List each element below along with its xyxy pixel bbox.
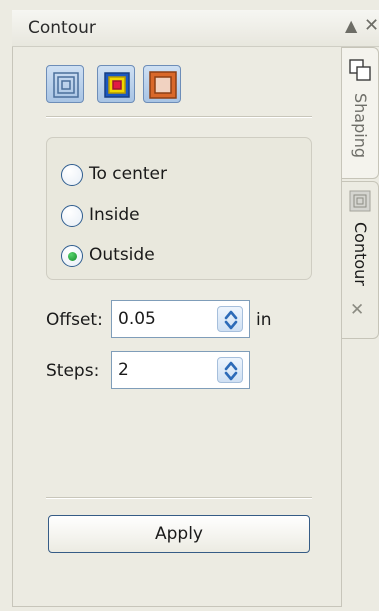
separator-top: [46, 116, 312, 118]
tab-shaping[interactable]: Shaping: [342, 47, 379, 179]
tab-contour-label: Contour: [351, 222, 370, 286]
to-center-mode-button[interactable]: [46, 65, 84, 103]
steps-label: Steps:: [46, 361, 100, 381]
radio-selected-icon: [61, 245, 83, 267]
radio-button-icon: [61, 205, 83, 227]
docker-window: Contour ▲ ✕ To center Inside Outside Off…: [0, 0, 379, 611]
contour-tab-icon: [349, 190, 371, 212]
contour-panel: To center Inside Outside Offset: 0.05 in: [12, 47, 342, 607]
shaping-icon: [349, 59, 371, 81]
radio-button-icon: [61, 164, 83, 186]
stepper-arrows-icon: [224, 361, 238, 381]
steps-stepper[interactable]: [217, 357, 243, 383]
direction-group: To center Inside Outside: [46, 137, 312, 280]
offset-label: Offset:: [46, 310, 103, 330]
radio-label: To center: [89, 164, 167, 184]
docker-titlebar: Contour ▲ ✕: [12, 10, 379, 47]
close-icon[interactable]: ✕: [364, 15, 379, 36]
radio-label: Outside: [89, 245, 155, 265]
outside-mode-icon: [149, 71, 177, 99]
steps-value: 2: [118, 360, 129, 380]
collapse-icon[interactable]: ▲: [345, 16, 357, 35]
separator-bottom: [46, 497, 312, 499]
stepper-arrows-icon: [224, 310, 238, 330]
offset-value: 0.05: [118, 309, 156, 329]
steps-field[interactable]: 2: [111, 351, 250, 389]
apply-button[interactable]: Apply: [48, 515, 310, 553]
outside-mode-button[interactable]: [143, 65, 181, 103]
to-center-mode-icon: [53, 72, 79, 98]
inside-mode-button[interactable]: [97, 65, 135, 103]
offset-field[interactable]: 0.05: [111, 300, 250, 338]
offset-stepper[interactable]: [217, 306, 243, 332]
offset-unit: in: [256, 310, 272, 330]
docker-title: Contour: [28, 18, 96, 38]
inside-mode-icon: [104, 72, 130, 98]
tab-close-icon[interactable]: ✕: [350, 300, 364, 320]
tab-shaping-label: Shaping: [351, 93, 370, 158]
radio-label: Inside: [89, 205, 140, 225]
